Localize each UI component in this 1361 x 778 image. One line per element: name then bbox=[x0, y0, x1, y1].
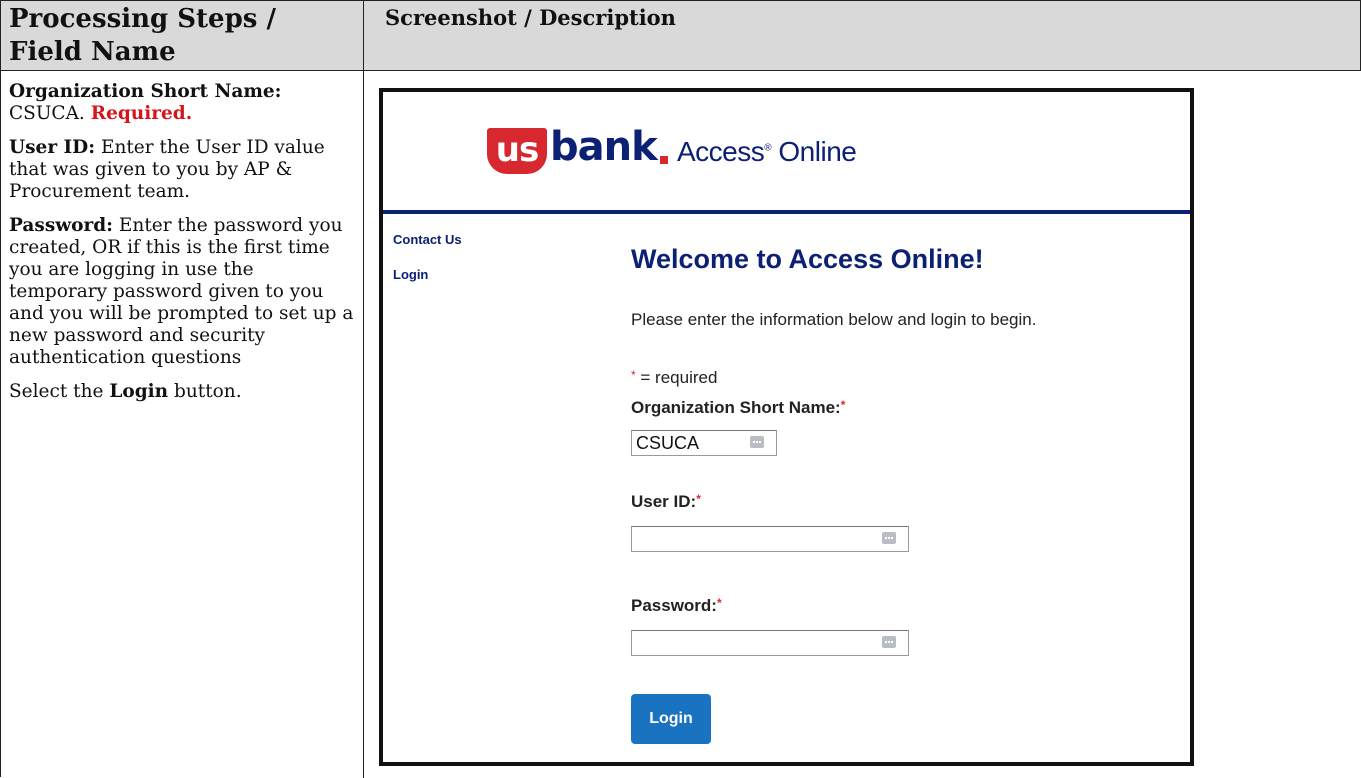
user-id-input[interactable] bbox=[631, 526, 909, 552]
password-input[interactable] bbox=[631, 630, 909, 656]
user-id-label: User ID:* bbox=[631, 492, 701, 512]
column-header-screenshot: Screenshot / Description bbox=[385, 5, 676, 30]
login-screenshot: us bank Access® Online Contact Us Login … bbox=[379, 88, 1194, 766]
password-label: Password:* bbox=[631, 596, 722, 616]
required-text: Required. bbox=[90, 103, 193, 124]
logo-bank-text: bank bbox=[550, 124, 658, 170]
column-divider bbox=[363, 1, 364, 778]
registered-mark: ® bbox=[764, 142, 772, 154]
password-step-label: Password: bbox=[9, 215, 114, 236]
app-name: Access® Online bbox=[677, 136, 857, 168]
required-star-icon: * bbox=[716, 596, 722, 610]
steps-column: Organization Short Name: CSUCA. Required… bbox=[9, 81, 354, 415]
password-manager-icon[interactable] bbox=[882, 636, 896, 648]
login-button[interactable]: Login bbox=[631, 694, 711, 744]
step-user: User ID: Enter the User ID value that wa… bbox=[9, 137, 354, 203]
table-header: Processing Steps / Field Name Screenshot… bbox=[1, 1, 1361, 71]
step-login: Select the Login button. bbox=[9, 381, 354, 403]
user-id-label-text: User ID: bbox=[631, 492, 697, 511]
org-field-label: Organization Short Name:* bbox=[631, 398, 845, 418]
logo-dot-icon bbox=[660, 156, 668, 164]
org-input-value: CSUCA bbox=[636, 433, 700, 453]
intro-text: Please enter the information below and l… bbox=[631, 310, 1037, 329]
sidebar-nav: Contact Us Login bbox=[393, 232, 462, 302]
app-name-access: Access bbox=[677, 136, 765, 167]
user-step-label: User ID: bbox=[9, 137, 96, 158]
required-note-text: = required bbox=[640, 368, 718, 387]
password-manager-icon[interactable] bbox=[750, 436, 764, 448]
org-step-label: Organization Short Name: bbox=[9, 81, 282, 102]
page-title: Welcome to Access Online! bbox=[631, 244, 984, 274]
required-star-icon: * bbox=[696, 492, 701, 506]
column-header-steps: Processing Steps / Field Name bbox=[9, 3, 349, 69]
site-banner: us bank Access® Online bbox=[383, 92, 1190, 214]
header-line2: Field Name bbox=[9, 37, 176, 67]
sidebar-item-login[interactable]: Login bbox=[393, 267, 462, 282]
select-bold: Login bbox=[109, 381, 169, 402]
sidebar-item-contact-us[interactable]: Contact Us bbox=[393, 232, 462, 247]
select-prefix: Select the bbox=[9, 381, 104, 402]
header-line1: Processing Steps / bbox=[9, 4, 276, 34]
org-short-name-input[interactable]: CSUCA bbox=[631, 430, 777, 456]
password-step-text: Enter the password you created, OR if th… bbox=[9, 215, 354, 368]
required-note: * = required bbox=[631, 368, 717, 388]
password-manager-icon[interactable] bbox=[882, 532, 896, 544]
step-password: Password: Enter the password you created… bbox=[9, 215, 354, 369]
select-suffix: button. bbox=[174, 381, 242, 402]
instruction-table: Processing Steps / Field Name Screenshot… bbox=[0, 0, 1361, 778]
app-name-online: Online bbox=[778, 136, 857, 167]
org-field-label-text: Organization Short Name: bbox=[631, 398, 841, 417]
step-org: Organization Short Name: CSUCA. Required… bbox=[9, 81, 354, 125]
password-label-text: Password: bbox=[631, 596, 717, 615]
org-step-value: CSUCA. bbox=[9, 103, 85, 124]
required-star-icon: * bbox=[840, 398, 846, 412]
logo-shield-icon: us bbox=[487, 128, 547, 174]
required-star-icon: * bbox=[631, 368, 636, 382]
